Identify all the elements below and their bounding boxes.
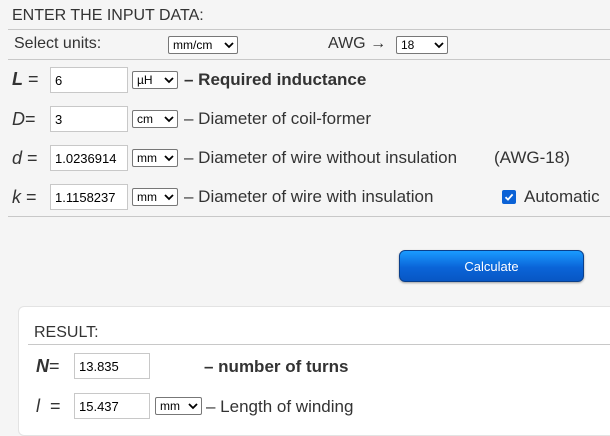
wire-diameter-symbol: d = <box>12 148 38 169</box>
chevron-down-icon <box>434 42 444 49</box>
equals-sign: = <box>25 109 36 129</box>
inductance-input[interactable]: 6 <box>50 67 128 93</box>
winding-length-description: – Length of winding <box>206 397 354 416</box>
calculate-button[interactable]: Calculate <box>399 250 584 282</box>
chevron-down-icon <box>164 155 174 162</box>
symbol-k: k <box>12 187 21 207</box>
wire-diameter-unit-select[interactable]: mm <box>132 149 178 167</box>
awg-note: (AWG-18) <box>494 148 570 167</box>
units-select-value: mm/cm <box>173 38 213 52</box>
winding-length-output: 15.437 <box>74 393 150 419</box>
chevron-down-icon <box>188 403 198 410</box>
insulated-diameter-unit-value: mm <box>137 190 157 204</box>
divider <box>8 29 610 30</box>
symbol-D: D <box>12 109 25 129</box>
chevron-down-icon <box>164 77 174 84</box>
symbol-d: d <box>12 148 23 168</box>
awg-label: AWG → <box>328 35 387 52</box>
inductance-unit-value: µH <box>137 73 153 87</box>
coil-diameter-symbol: D= <box>12 109 36 130</box>
inductance-symbol: L = <box>12 69 39 90</box>
insulated-diameter-symbol: k = <box>12 187 37 208</box>
chevron-down-icon <box>164 116 174 123</box>
winding-length-unit-select[interactable]: mm <box>155 397 202 415</box>
insulated-diameter-unit-select[interactable]: mm <box>132 188 178 206</box>
turns-symbol: N= <box>36 356 60 377</box>
insulated-diameter-description: – Diameter of wire with insulation <box>184 187 434 206</box>
equals-sign: = <box>26 187 37 207</box>
coil-diameter-unit-value: cm <box>137 112 153 126</box>
wire-diameter-input[interactable]: 1.0236914 <box>50 145 128 171</box>
symbol-L: L <box>12 69 23 89</box>
coil-diameter-description: – Diameter of coil-former <box>184 109 372 128</box>
inductance-unit-select[interactable]: µH <box>132 71 178 89</box>
result-section-title: RESULT: <box>34 324 99 341</box>
equals-sign: = <box>27 148 38 168</box>
inductance-description: – Required inductance <box>184 70 367 89</box>
divider <box>8 59 610 60</box>
turns-description: – number of turns <box>204 357 349 376</box>
divider <box>8 216 610 217</box>
coil-diameter-unit-select[interactable]: cm <box>132 110 178 128</box>
winding-length-unit-value: mm <box>160 399 180 413</box>
automatic-checkbox[interactable] <box>502 190 516 204</box>
automatic-checkbox-label[interactable]: Automatic <box>524 187 600 207</box>
wire-diameter-unit-value: mm <box>137 151 157 165</box>
insulated-diameter-input[interactable]: 1.1158237 <box>50 184 128 210</box>
checkmark-icon <box>504 193 514 201</box>
wire-diameter-description: – Diameter of wire without insulation <box>184 148 458 167</box>
coil-diameter-input[interactable]: 3 <box>50 106 128 132</box>
input-section-title: ENTER THE INPUT DATA: <box>12 7 204 24</box>
awg-select-value: 18 <box>401 38 415 52</box>
winding-length-symbol: l = <box>36 396 61 417</box>
symbol-N: N <box>36 356 49 376</box>
units-select[interactable]: mm/cm <box>168 36 238 54</box>
awg-select[interactable]: 18 <box>396 36 448 54</box>
equals-sign: = <box>50 396 61 416</box>
divider <box>28 344 610 345</box>
equals-sign: = <box>49 356 60 376</box>
symbol-l: l <box>36 396 40 416</box>
chevron-down-icon <box>164 194 174 201</box>
units-label: Select units: <box>14 35 102 52</box>
equals-sign: = <box>28 69 39 89</box>
chevron-down-icon <box>224 42 234 49</box>
turns-output: 13.835 <box>74 353 150 379</box>
